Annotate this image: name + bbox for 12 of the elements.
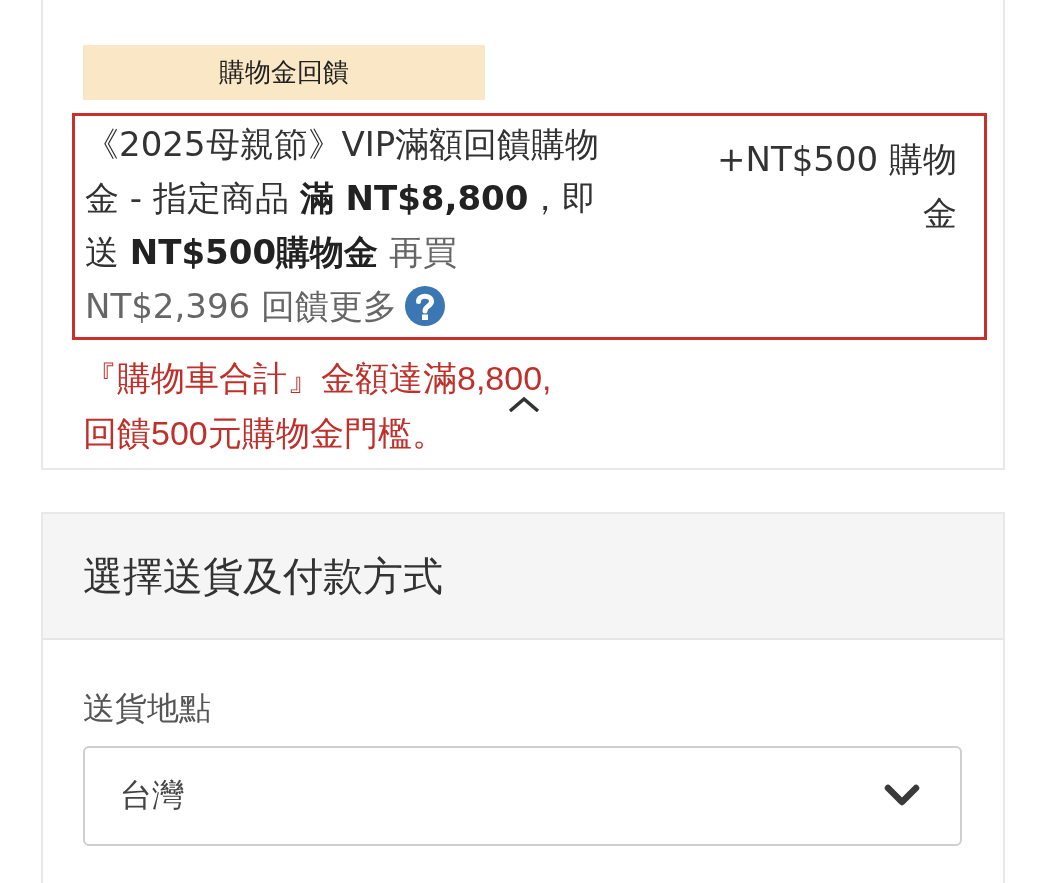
section-title: 選擇送貨及付款方式 — [83, 552, 443, 600]
help-icon[interactable] — [405, 286, 445, 326]
annotation-text: 『購物車合計』金額達滿8,800, — [83, 358, 552, 398]
chevron-up-icon[interactable] — [508, 397, 540, 412]
upsell-text: NT$2,396 回饋更多 — [85, 285, 397, 328]
location-select[interactable]: 台灣 — [83, 746, 962, 846]
promo-badge: 購物金回饋 — [83, 45, 485, 100]
offer-description: 《2025母親節》VIP滿額回饋購物金 - 指定商品 滿 NT$8,800，即送 NT$500購物金 再買 — [85, 123, 601, 274]
chevron-down-icon — [884, 784, 920, 808]
annotation-text: 回饋500元購物金門檻。 — [83, 413, 446, 453]
reward-amount: +NT$500 購物金 — [715, 138, 957, 235]
field-label: 送貨地點 — [83, 689, 211, 728]
